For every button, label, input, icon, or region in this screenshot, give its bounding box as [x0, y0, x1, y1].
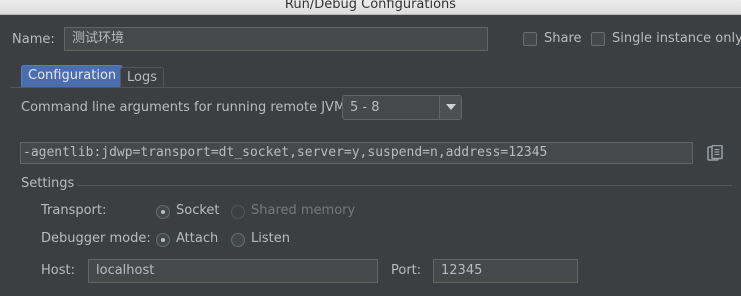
settings-heading: Settings: [21, 176, 75, 191]
single-instance-checkbox[interactable]: [591, 32, 605, 46]
socket-label[interactable]: Socket: [176, 203, 220, 219]
attach-radio[interactable]: [156, 233, 170, 247]
transport-label: Transport:: [41, 203, 107, 218]
shared-memory-radio: [231, 205, 245, 219]
port-label: Port:: [391, 263, 422, 278]
attach-label[interactable]: Attach: [176, 231, 218, 247]
port-field[interactable]: 12345: [433, 259, 578, 283]
tab-logs[interactable]: Logs: [120, 67, 164, 87]
single-instance-label[interactable]: Single instance only: [612, 31, 741, 47]
tab-panel-border: [10, 87, 741, 88]
share-checkbox[interactable]: [523, 32, 537, 46]
listen-label[interactable]: Listen: [251, 231, 290, 247]
debugger-mode-label: Debugger mode:: [41, 231, 151, 246]
name-field[interactable]: 测试环境: [64, 27, 488, 51]
window-title: Run/Debug Configurations: [284, 0, 457, 12]
shared-memory-label: Shared memory: [251, 203, 356, 218]
tab-configuration[interactable]: Configuration: [21, 65, 124, 87]
name-label: Name:: [12, 32, 55, 47]
copy-icon[interactable]: [707, 145, 723, 161]
jvm-version-label: Command line arguments for running remot…: [21, 100, 346, 115]
share-label[interactable]: Share: [544, 31, 582, 47]
chevron-down-icon: [446, 104, 456, 110]
host-label: Host:: [41, 263, 75, 278]
listen-radio[interactable]: [231, 233, 245, 247]
host-field[interactable]: localhost: [88, 259, 378, 283]
dropdown-arrow[interactable]: [439, 96, 461, 119]
socket-radio[interactable]: [156, 205, 170, 219]
jvm-arguments-field[interactable]: -agentlib:jdwp=transport=dt_socket,serve…: [20, 142, 693, 164]
jvm-version-dropdown[interactable]: 5 - 8: [342, 95, 462, 120]
jvm-version-value: 5 - 8: [350, 100, 380, 115]
settings-separator: [77, 185, 732, 186]
